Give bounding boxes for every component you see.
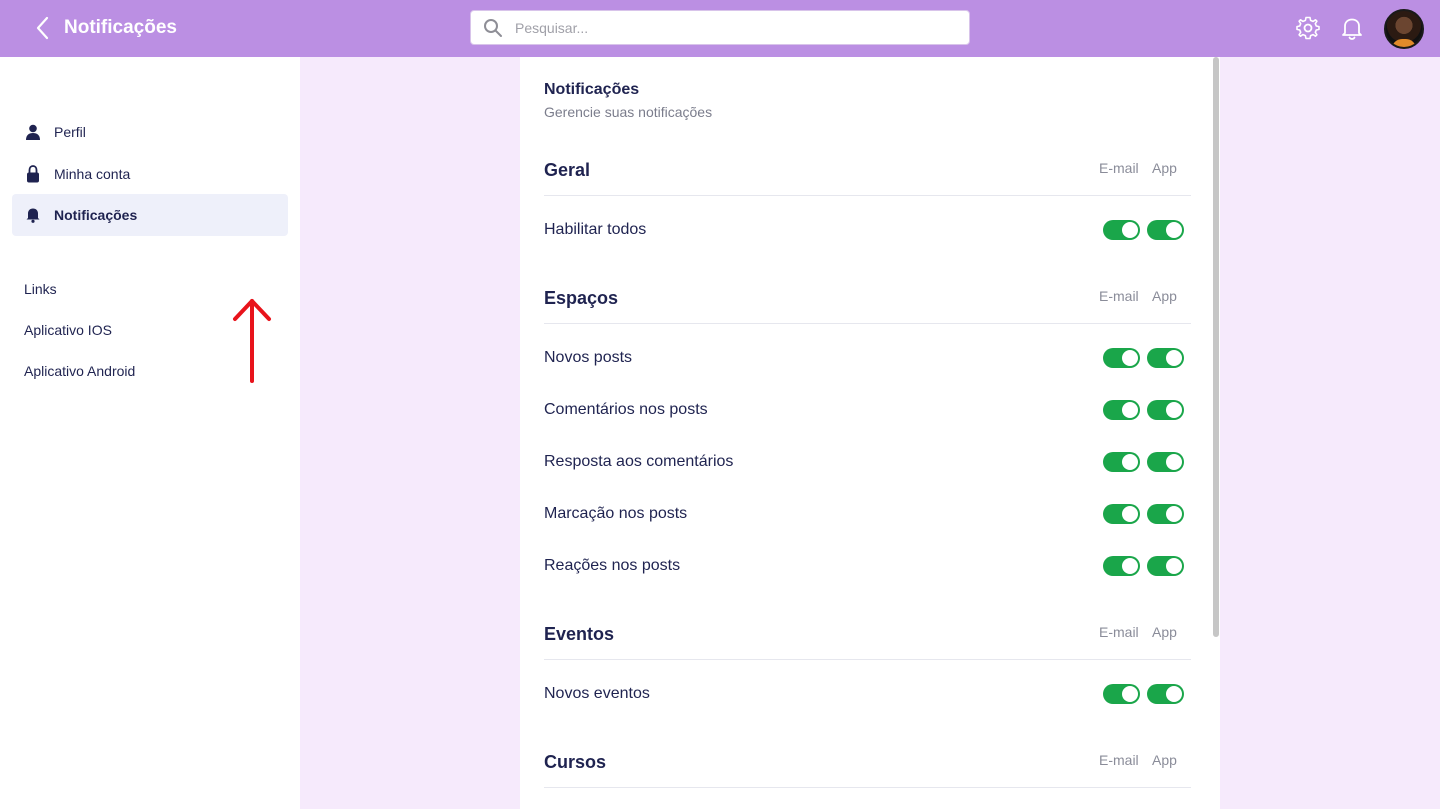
divider xyxy=(544,659,1191,660)
back-button[interactable] xyxy=(30,14,54,42)
toggle-app-resposta[interactable] xyxy=(1147,452,1184,472)
toggle-app-novos-posts[interactable] xyxy=(1147,348,1184,368)
card-title: Notificações xyxy=(544,81,640,98)
section-title-cursos: Cursos xyxy=(544,752,607,772)
link-links[interactable]: Links xyxy=(24,281,57,297)
link-aplicativo-android[interactable]: Aplicativo Android xyxy=(24,363,135,379)
lock-icon xyxy=(24,165,42,183)
row-label-marcacao-nos-posts: Marcação nos posts xyxy=(544,505,688,522)
toggle-email-comentarios[interactable] xyxy=(1103,400,1140,420)
divider xyxy=(544,323,1191,324)
row-label-comentarios-nos-posts: Comentários nos posts xyxy=(544,401,708,418)
section-title-geral: Geral xyxy=(544,160,591,180)
search-box[interactable] xyxy=(470,10,970,45)
col-head-email: E-mail xyxy=(1099,160,1139,176)
sidebar-item-label: Perfil xyxy=(54,124,86,140)
col-head-app: App xyxy=(1152,160,1177,176)
link-aplicativo-ios[interactable]: Aplicativo IOS xyxy=(24,322,112,338)
gear-icon[interactable] xyxy=(1295,15,1321,41)
sidebar: Perfil Minha conta Notificações Links Ap… xyxy=(0,57,300,809)
top-bar: Notificações xyxy=(0,0,1440,57)
toggle-app-reacoes[interactable] xyxy=(1147,556,1184,576)
toggle-app-novos-eventos[interactable] xyxy=(1147,684,1184,704)
row-label-habilitar-todos: Habilitar todos xyxy=(544,221,647,238)
user-icon xyxy=(24,123,42,141)
toggle-email-novos-eventos[interactable] xyxy=(1103,684,1140,704)
section-title-eventos: Eventos xyxy=(544,624,615,644)
scrollbar[interactable] xyxy=(1213,57,1219,637)
card-subtitle: Gerencie suas notificações xyxy=(544,104,713,120)
col-head-email: E-mail xyxy=(1099,288,1139,304)
bell-icon xyxy=(24,206,42,224)
sidebar-item-label: Minha conta xyxy=(54,166,131,182)
col-head-app: App xyxy=(1152,752,1177,768)
row-label-novos-eventos: Novos eventos xyxy=(544,685,650,702)
toggle-email-reacoes[interactable] xyxy=(1103,556,1140,576)
col-head-email: E-mail xyxy=(1099,624,1139,640)
toggle-app-habilitar-todos[interactable] xyxy=(1147,220,1184,240)
sidebar-item-perfil[interactable]: Perfil xyxy=(12,111,288,153)
toggle-email-resposta[interactable] xyxy=(1103,452,1140,472)
bell-icon[interactable] xyxy=(1339,15,1365,41)
toggle-email-habilitar-todos[interactable] xyxy=(1103,220,1140,240)
section-title-espacos: Espaços xyxy=(544,288,619,308)
sidebar-item-minha-conta[interactable]: Minha conta xyxy=(12,153,288,195)
divider xyxy=(544,787,1191,788)
sidebar-item-notificacoes[interactable]: Notificações xyxy=(12,194,288,236)
row-label-novos-posts: Novos posts xyxy=(544,349,633,366)
col-head-email: E-mail xyxy=(1099,752,1139,768)
user-avatar[interactable] xyxy=(1384,9,1424,49)
avatar-shirt xyxy=(1392,39,1416,47)
toggle-email-novos-posts[interactable] xyxy=(1103,348,1140,368)
divider xyxy=(544,195,1191,196)
search-input[interactable] xyxy=(515,11,955,44)
page-title: Notificações xyxy=(64,17,177,38)
toggle-email-marcacao[interactable] xyxy=(1103,504,1140,524)
toggle-app-marcacao[interactable] xyxy=(1147,504,1184,524)
chevron-left-icon xyxy=(36,16,49,40)
sidebar-item-label: Notificações xyxy=(54,207,138,223)
annotation-arrow-icon xyxy=(233,299,271,383)
notifications-card: Notificações Gerencie suas notificações … xyxy=(520,57,1220,809)
col-head-app: App xyxy=(1152,624,1177,640)
row-label-reacoes-nos-posts: Reações nos posts xyxy=(544,557,681,574)
toggle-app-comentarios[interactable] xyxy=(1147,400,1184,420)
col-head-app: App xyxy=(1152,288,1177,304)
row-label-resposta-aos-comentarios: Resposta aos comentários xyxy=(544,453,734,470)
search-icon xyxy=(484,19,502,37)
